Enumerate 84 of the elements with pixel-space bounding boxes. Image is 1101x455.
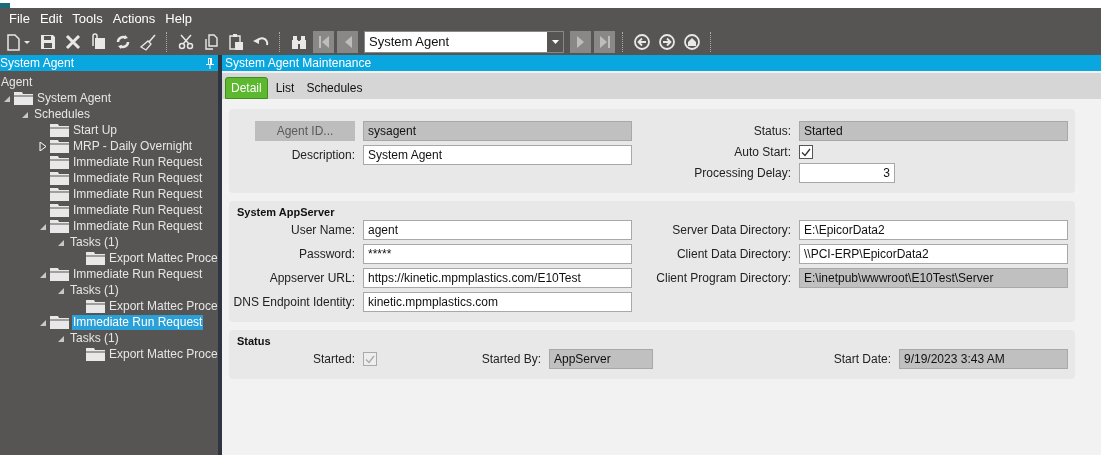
field-label: Client Program Directory: [655,271,791,285]
menu-item[interactable]: Help [160,10,198,26]
readonly-field[interactable]: E:\inetpub\wwwroot\E10Test\Server [799,268,1068,288]
input-field[interactable]: ***** [363,244,632,264]
input-field[interactable]: \\PCI-ERP\EpicorData2 [799,244,1068,264]
expand-icon[interactable] [39,141,48,151]
tree-item[interactable]: Immediate Run Request [72,202,204,218]
delete-icon[interactable] [64,32,82,51]
input-field[interactable]: kinetic.mpmplastics.com [363,292,632,312]
checkbox[interactable] [799,145,813,159]
paperclip-icon[interactable] [89,32,107,51]
tree-item[interactable]: Agent [0,74,34,90]
field-label: Status: [752,124,791,138]
folder-icon [50,267,69,281]
input-field[interactable]: 3 [799,163,895,183]
pin-icon[interactable] [206,57,214,69]
readonly-field[interactable]: Started [799,121,1068,141]
folder-icon [86,347,105,361]
input-field[interactable]: https://kinetic.mpmplastics.com/E10Test [363,268,632,288]
tree-item[interactable]: Export Mattec Proce [108,346,219,362]
panel-title: System Agent [0,56,75,70]
group-title: System AppServer [236,206,336,218]
tree-item[interactable]: Export Mattec Proce [108,298,219,314]
readonly-field[interactable]: 9/19/2023 3:43 AM [899,349,1068,369]
field-label: Password: [297,247,355,261]
panel-title: System Agent Maintenance [224,56,372,70]
folder-icon [50,139,69,153]
tree-item[interactable]: MRP - Daily Overnight [72,138,194,154]
input-field[interactable]: E:\EpicorData2 [799,220,1068,240]
brush-icon[interactable] [139,32,157,51]
tree-item[interactable]: Start Up [72,122,118,138]
caret-icon [551,39,559,44]
tree-item[interactable]: Immediate Run Request [72,170,204,186]
folder-icon [50,155,69,169]
tree-item[interactable]: System Agent [36,90,113,106]
tab[interactable]: List [271,77,299,99]
field-label: User Name: [290,223,355,237]
field-label: Start Date: [832,352,891,366]
tree-item[interactable]: Immediate Run Request [72,186,204,202]
scissors-icon[interactable] [177,32,195,51]
folder-icon [50,219,69,233]
menu-item[interactable]: Tools [67,10,108,26]
home-icon[interactable] [683,32,701,51]
lookup-button[interactable]: Agent ID... [255,121,355,141]
menu-item[interactable]: File [4,10,35,26]
field-label: Appserver URL: [268,271,355,285]
app-icon [0,3,10,8]
clipboard-icon[interactable] [227,32,245,51]
folder-icon [50,171,69,185]
field-label: Processing Delay: [693,166,791,180]
field-label: Client Data Directory: [675,247,791,261]
tree-item[interactable]: Immediate Run Request [72,154,204,170]
tree-item[interactable]: Export Mattec Proce [108,250,219,266]
tree-item[interactable]: Immediate Run Request [72,218,204,234]
field-label: Server Data Directory: [671,223,791,237]
copy-icon[interactable] [202,32,220,51]
readonly-field[interactable]: AppServer [549,349,653,369]
record-dropdown[interactable]: System Agent [364,30,564,53]
refresh-icon[interactable] [114,32,132,51]
folder-icon [86,299,105,313]
field-label: Auto Start: [733,145,791,159]
tab[interactable]: Schedules [302,77,367,99]
tree-item[interactable]: Immediate Run Request [72,266,204,282]
tree-item[interactable]: Tasks (1) [69,330,120,346]
menu-item[interactable]: Edit [34,10,68,26]
tree-item[interactable]: Tasks (1) [69,282,120,298]
menu-item[interactable]: Actions [107,10,161,26]
tree-item[interactable]: Tasks (1) [69,234,120,250]
input-field[interactable]: agent [363,220,632,240]
folder-icon [50,315,69,329]
save-icon[interactable] [39,32,57,51]
field-label: Description: [290,148,355,162]
folder-icon [50,187,69,201]
folder-icon [86,251,105,265]
folder-icon [50,203,69,217]
group-title: Status [236,335,272,347]
input-field[interactable]: System Agent [363,145,632,165]
folder-icon [50,123,69,137]
tree-item[interactable]: Schedules [33,106,92,122]
readonly-field[interactable]: sysagent [363,121,632,141]
folder-icon [14,91,33,105]
field-label: DNS Endpoint Identity: [232,295,355,309]
field-label: Started: [311,352,355,366]
field-label: Started By: [480,352,541,366]
